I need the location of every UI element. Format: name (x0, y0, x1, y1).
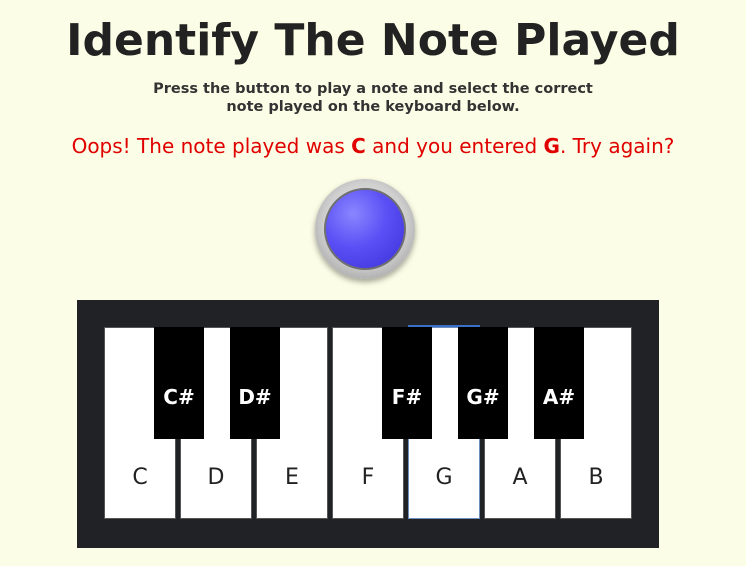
selected-key-highlight (408, 325, 480, 327)
page-title: Identify The Note Played (66, 15, 680, 66)
black-key-c-sharp[interactable]: C# (154, 327, 204, 439)
black-key-label: F# (391, 385, 423, 409)
white-key-label: G (435, 465, 453, 490)
feedback-suffix: . Try again? (559, 134, 675, 158)
instructions-line-1: Press the button to play a note and sele… (153, 81, 593, 97)
black-key-label: A# (542, 385, 576, 409)
feedback-played-note: C (351, 134, 366, 158)
feedback-message: Oops! The note played was C and you ente… (0, 133, 746, 159)
black-key-d-sharp[interactable]: D# (230, 327, 280, 439)
black-key-label: G# (466, 385, 500, 409)
piano-keyboard: C D E F G A B C# D# F# G# A# (77, 300, 659, 548)
white-key-label: F (361, 465, 375, 490)
play-button-core (324, 188, 406, 270)
black-key-label: C# (163, 385, 195, 409)
instructions-line-2: note played on the keyboard below. (226, 99, 520, 115)
feedback-entered-note: G (543, 134, 560, 158)
instructions: Press the button to play a note and sele… (0, 80, 746, 116)
white-key-label: D (207, 465, 225, 490)
black-key-f-sharp[interactable]: F# (382, 327, 432, 439)
white-key-label: C (132, 465, 148, 490)
white-key-label: E (285, 465, 299, 490)
white-key-label: B (588, 465, 604, 490)
black-key-g-sharp[interactable]: G# (458, 327, 508, 439)
white-key-label: A (512, 465, 528, 490)
black-key-a-sharp[interactable]: A# (534, 327, 584, 439)
black-key-label: D# (238, 385, 272, 409)
play-note-button[interactable] (315, 179, 415, 279)
feedback-prefix: Oops! The note played was (71, 134, 352, 158)
feedback-middle: and you entered (365, 134, 544, 158)
